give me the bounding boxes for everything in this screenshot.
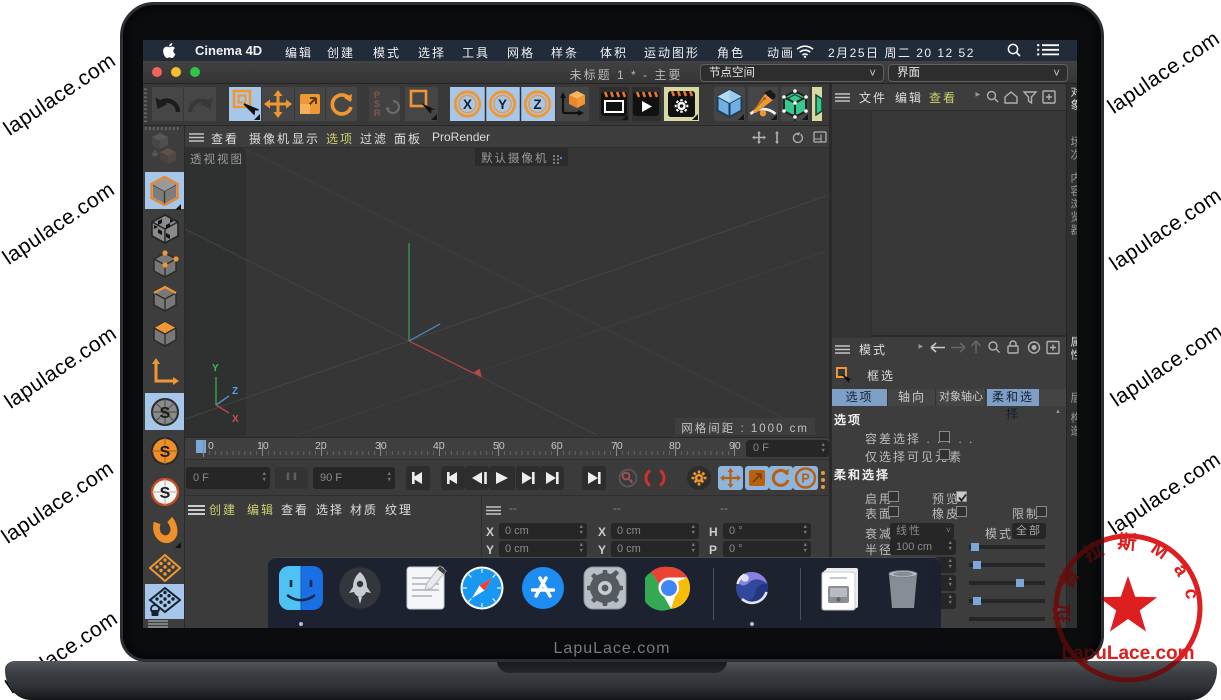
svg-text:Z: Z <box>232 386 238 397</box>
svg-text:S: S <box>160 444 171 461</box>
svg-text:X: X <box>232 414 239 425</box>
svg-text:P: P <box>801 472 809 486</box>
svg-text:0: 0 <box>208 440 214 452</box>
svg-text:S: S <box>160 485 171 502</box>
svg-text:R: R <box>374 108 381 118</box>
svg-text:LapuLace.com: LapuLace.com <box>1061 643 1194 664</box>
svg-text:S: S <box>160 405 171 422</box>
svg-text:20: 20 <box>315 440 327 452</box>
svg-text:60: 60 <box>551 440 563 452</box>
svg-text:40: 40 <box>433 440 445 452</box>
svg-text:Y: Y <box>212 363 219 374</box>
svg-text:Y: Y <box>498 97 507 112</box>
svg-text:Z: Z <box>533 97 541 112</box>
svg-text:80: 80 <box>669 440 681 452</box>
svg-text:X: X <box>463 97 472 112</box>
